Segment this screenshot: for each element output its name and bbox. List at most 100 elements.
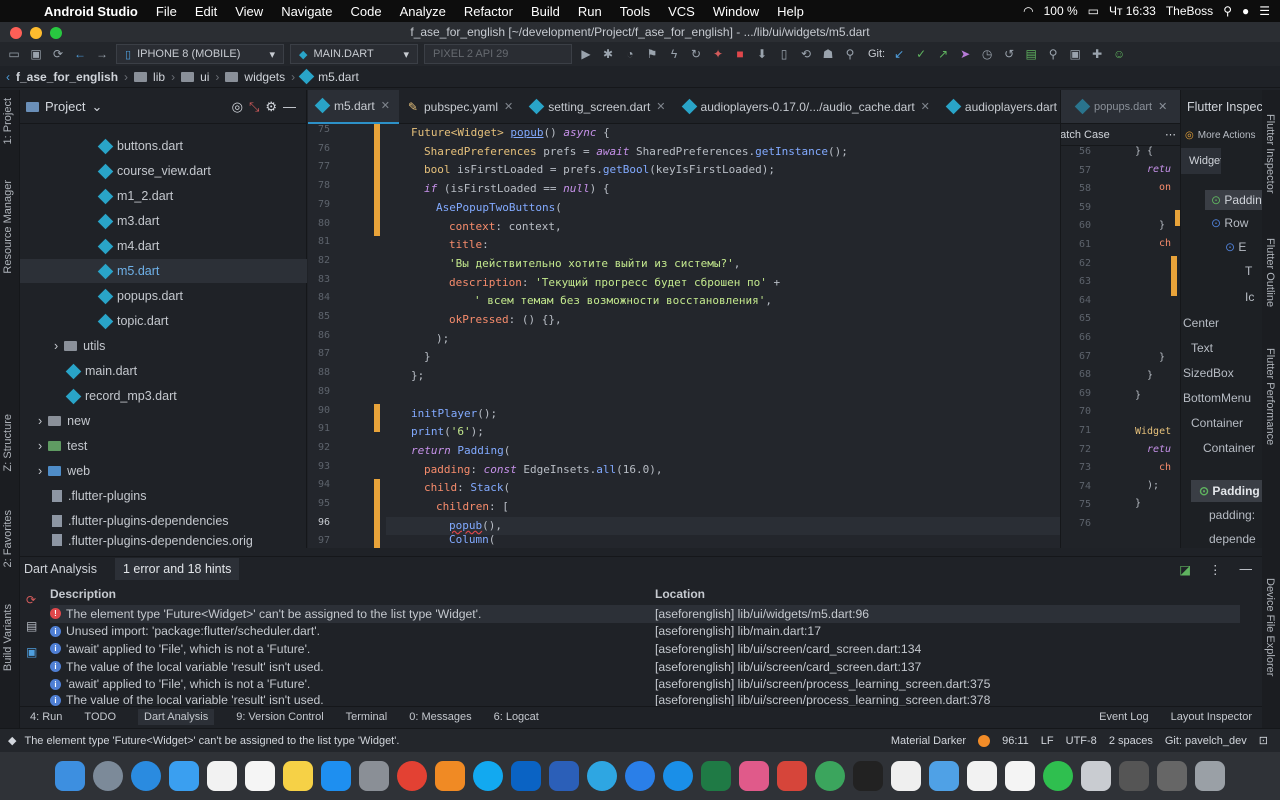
profile-icon[interactable]: ◔ (622, 47, 638, 61)
coverage-icon[interactable]: ⚑ (644, 47, 660, 61)
close-icon[interactable]: ✕ (381, 99, 390, 112)
control-center-icon[interactable]: ☰ (1259, 4, 1270, 18)
menu-build[interactable]: Build (522, 4, 569, 19)
files-icon[interactable] (929, 761, 959, 791)
notes-icon[interactable] (283, 761, 313, 791)
git-push-icon[interactable]: ↗ (935, 47, 951, 61)
avd-manager-icon[interactable]: ▯ (776, 47, 792, 61)
tree-file-record-mp3[interactable]: record_mp3.dart (65, 384, 177, 408)
analysis-row[interactable]: i 'await' applied to 'File', which is not… (50, 675, 990, 693)
tool-project[interactable]: 1: Project (2, 98, 14, 144)
photos-icon[interactable] (891, 761, 921, 791)
reminders-icon[interactable] (245, 761, 275, 791)
match-case-option[interactable]: Match Case (1061, 129, 1110, 141)
menu-run[interactable]: Run (569, 4, 611, 19)
project-panel-title[interactable]: Project (45, 99, 85, 114)
gear-icon[interactable]: ⚙ (265, 99, 277, 115)
music-icon[interactable] (967, 761, 997, 791)
status-encoding[interactable]: UTF-8 (1066, 735, 1097, 747)
inspector-widget-tab[interactable]: Widget (1181, 148, 1221, 174)
status-line-separator[interactable]: LF (1041, 735, 1054, 747)
tool-todo[interactable]: TODO (84, 711, 116, 723)
attach-debugger-icon[interactable]: ✦ (710, 47, 726, 61)
tool-run[interactable]: 4: Run (30, 711, 62, 723)
skype-icon[interactable] (473, 761, 503, 791)
menu-app-name[interactable]: Android Studio (38, 4, 147, 19)
tree-folder-new[interactable]: › new (38, 409, 90, 433)
siri-icon[interactable]: ● (1242, 4, 1249, 18)
sdk-manager-icon[interactable]: ⬇ (754, 47, 770, 61)
tab-setting-screen[interactable]: setting_screen.dart ✕ (522, 90, 674, 124)
hide-panel-icon[interactable]: — (1240, 562, 1263, 576)
emulator-selector[interactable]: PIXEL 2 API 29 (424, 44, 572, 64)
tree-file-topic[interactable]: topic.dart (97, 309, 168, 333)
widget-tree-node[interactable]: Container (1191, 416, 1243, 430)
tab-m5-dart[interactable]: m5.dart ✕ (308, 89, 399, 124)
analysis-row[interactable]: ! The element type 'Future<Widget>' can't… (50, 605, 1240, 623)
messages-icon[interactable] (169, 761, 199, 791)
tool-flutter-outline[interactable]: Flutter Outline (1264, 238, 1276, 307)
run-config-selector[interactable]: ◆ MAIN.DART ▾ (290, 44, 418, 64)
launchpad-icon[interactable] (93, 761, 123, 791)
widget-tree-node[interactable]: ⊙ Row (1211, 216, 1248, 230)
analysis-row[interactable]: i 'await' applied to 'File', which is not… (50, 640, 921, 658)
git-rollback-icon[interactable]: ↺ (1001, 47, 1017, 61)
status-theme[interactable]: Material Darker (891, 735, 966, 747)
widget-tree-node[interactable]: SizedBox (1183, 366, 1234, 380)
search-icon[interactable]: ⚲ (842, 47, 858, 61)
books-icon[interactable] (739, 761, 769, 791)
maximize-window-button[interactable] (50, 27, 62, 39)
user-name[interactable]: TheBoss (1166, 4, 1213, 18)
minimize-window-button[interactable] (30, 27, 42, 39)
inspector-actions[interactable]: ◎ More Actions (1181, 124, 1262, 146)
widget-tree-node[interactable]: Container (1203, 441, 1255, 455)
close-icon[interactable]: ✕ (1158, 100, 1167, 113)
analysis-settings-icon[interactable]: ◪ (1179, 562, 1191, 577)
collapse-all-icon[interactable]: ⤡ (249, 99, 259, 115)
close-icon[interactable]: ✕ (921, 100, 930, 113)
menu-window[interactable]: Window (704, 4, 768, 19)
terminal-icon[interactable]: ▤ (1023, 47, 1039, 61)
structure-icon[interactable]: ⚲ (1045, 47, 1061, 61)
git-commit-icon[interactable]: ✓ (913, 47, 929, 61)
tool-terminal[interactable]: Terminal (346, 711, 388, 723)
forward-arrow-icon[interactable]: → (94, 47, 110, 61)
sync-icon[interactable]: ⟳ (50, 47, 66, 61)
breadcrumb-lib[interactable]: lib (153, 70, 165, 84)
close-icon[interactable]: ✕ (656, 100, 665, 113)
system-preferences-icon[interactable] (359, 761, 389, 791)
tree-file-m1-2[interactable]: m1_2.dart (97, 184, 173, 208)
column-description[interactable]: Description (50, 587, 655, 601)
widget-tree-node[interactable]: Ic (1245, 290, 1254, 304)
analysis-row[interactable]: i The value of the local variable 'result… (50, 693, 990, 706)
battery-label[interactable]: 100 % (1044, 4, 1078, 18)
locate-file-icon[interactable]: ◎ (232, 99, 243, 115)
tree-folder-web[interactable]: › web (38, 459, 90, 483)
open-folder-icon[interactable]: ▭ (6, 47, 22, 61)
device-manager-icon[interactable]: ▣ (1067, 47, 1083, 61)
tree-file-main[interactable]: main.dart (65, 359, 137, 383)
wifi-icon[interactable]: ◠ (1023, 4, 1033, 18)
breadcrumb-ui[interactable]: ui (200, 70, 209, 84)
tree-file-flutter-plugins[interactable]: .flutter-plugins (52, 484, 147, 508)
safari-icon[interactable] (131, 761, 161, 791)
filter-icon[interactable]: ▤ (26, 619, 37, 633)
spotlight-icon[interactable]: ⚲ (1223, 4, 1232, 18)
menu-tools[interactable]: Tools (611, 4, 659, 19)
hot-restart-icon[interactable]: ↻ (688, 47, 704, 61)
widget-tree-node[interactable]: Center (1183, 316, 1219, 330)
tool-version-control[interactable]: 9: Version Control (236, 711, 323, 723)
excel-icon[interactable] (701, 761, 731, 791)
tool-device-file-explorer[interactable]: Device File Explorer (1264, 578, 1276, 676)
code-area[interactable]: Future<Widget> popub() async { SharedPre… (386, 124, 1060, 548)
tree-folder-utils[interactable]: › utils (54, 334, 105, 358)
tower-icon[interactable] (777, 761, 807, 791)
breadcrumb-file[interactable]: m5.dart (318, 70, 359, 84)
widget-tree-node[interactable]: ⊙ Padding (1205, 190, 1262, 210)
menu-edit[interactable]: Edit (186, 4, 226, 19)
widget-tree-node-selected[interactable]: ⊙ Padding (1191, 480, 1262, 502)
git-pull-request-icon[interactable]: ➤ (957, 47, 973, 61)
save-icon[interactable]: ▣ (28, 47, 44, 61)
clock[interactable]: Чт 16:33 (1109, 4, 1156, 18)
tab-pubspec[interactable]: ✎ pubspec.yaml ✕ (399, 90, 522, 124)
